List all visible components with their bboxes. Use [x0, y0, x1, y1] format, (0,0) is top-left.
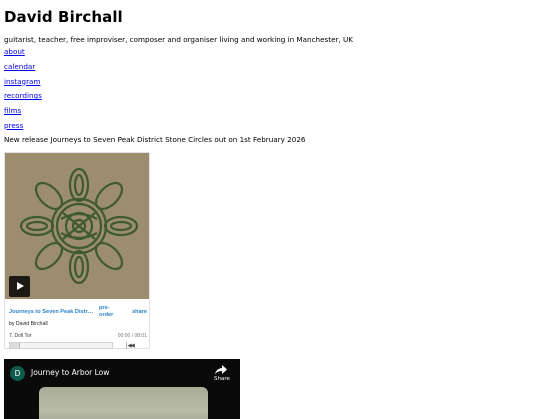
progress-bar[interactable] — [9, 342, 113, 349]
bandcamp-player: Journeys to Seven Peak District Stone Ci… — [4, 152, 150, 349]
video-thumbnail[interactable] — [39, 387, 208, 419]
youtube-embed[interactable]: D Journey to Arbor Low Share — [4, 359, 240, 419]
site-tagline: guitarist, teacher, free improviser, com… — [4, 35, 354, 44]
preorder-link[interactable]: pre-order — [99, 305, 123, 319]
channel-avatar[interactable]: D — [10, 366, 25, 381]
video-title[interactable]: Journey to Arbor Low — [31, 368, 109, 378]
play-button[interactable] — [9, 276, 30, 297]
nav-link-recordings[interactable]: recordings — [4, 91, 42, 100]
player-info: Journeys to Seven Peak District Stone Ci… — [9, 305, 147, 349]
site-title: David Birchall — [4, 8, 123, 26]
share-link[interactable]: share — [132, 309, 147, 316]
page-content: David Birchall guitarist, teacher, free … — [4, 8, 536, 145]
nav-link-calendar[interactable]: calendar — [4, 62, 35, 71]
artist-byline[interactable]: by David Birchall — [9, 321, 147, 328]
skip-icon[interactable]: │◀◀ — [125, 343, 135, 349]
video-share-label[interactable]: Share — [214, 376, 230, 383]
album-cover[interactable] — [5, 153, 149, 299]
track-time: 00:00 / 08:01 — [117, 333, 147, 339]
progress-handle[interactable] — [10, 343, 20, 348]
album-title-link[interactable]: Journeys to Seven Peak District Stone Ci… — [9, 309, 94, 316]
release-announcement: New release Journeys to Seven Peak Distr… — [4, 135, 306, 145]
nav-link-instagram[interactable]: instagram — [4, 77, 40, 86]
share-arrow-icon[interactable] — [215, 365, 227, 375]
main-nav: about calendar instagram recordings film… — [4, 47, 536, 131]
current-track: 7. Doll Tor — [9, 333, 32, 339]
nav-link-about[interactable]: about — [4, 47, 25, 56]
nav-link-films[interactable]: films — [4, 106, 21, 115]
nav-link-press[interactable]: press — [4, 121, 23, 130]
